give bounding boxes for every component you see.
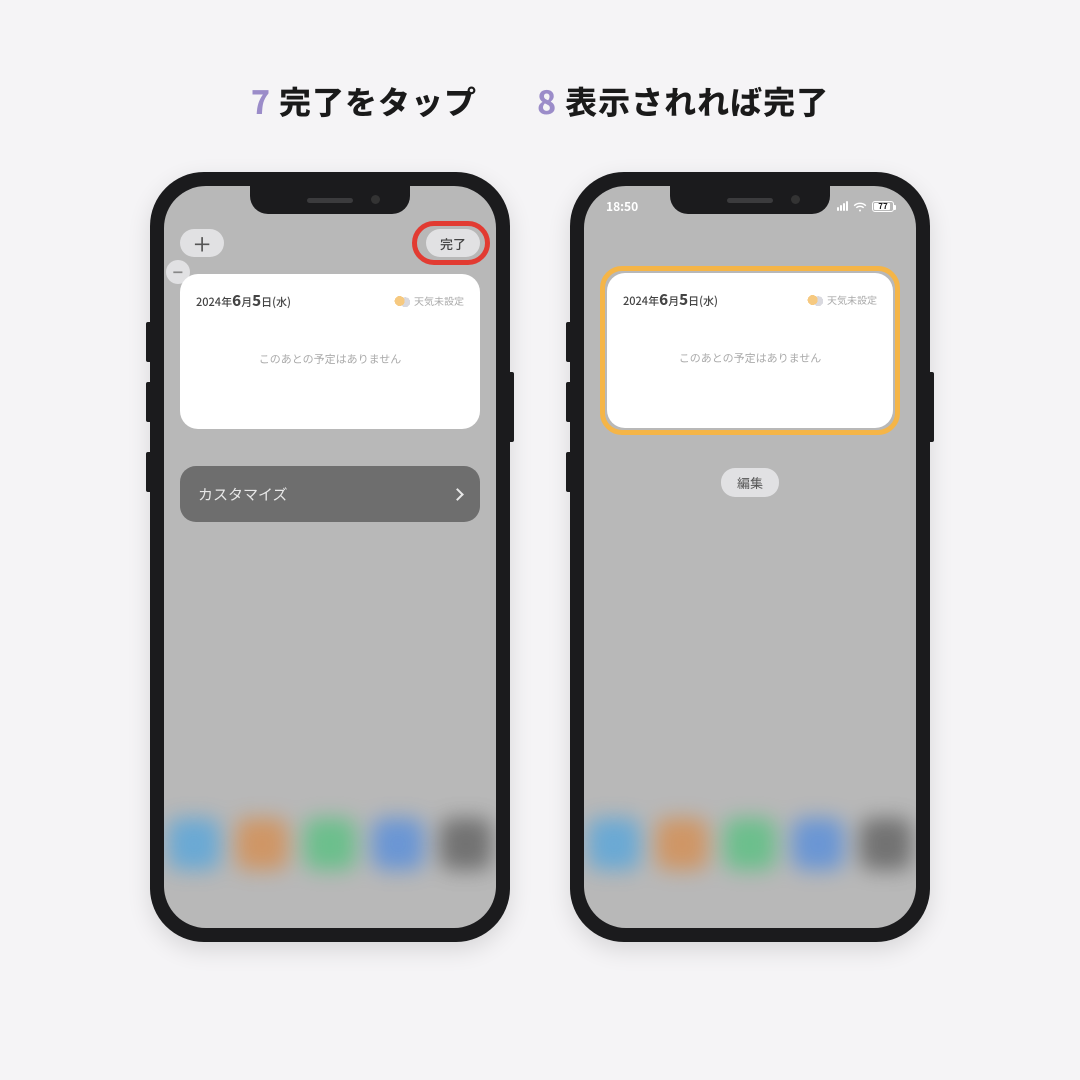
add-widget-button[interactable]: ＋ [180, 229, 224, 257]
signal-icon [837, 201, 848, 211]
phone-step8: 18:50 77 2024年6月5日(水) 天気未設定 [570, 172, 930, 942]
step7-number: 7 [251, 78, 271, 124]
screen-step7: ＋ 完了 − 2024年6月5日(水) 天気未設定 [164, 186, 496, 928]
widget-date: 2024年6月5日(水) [623, 289, 718, 310]
weather-label: 天気未設定 [827, 292, 877, 307]
calendar-widget[interactable]: 2024年6月5日(水) 天気未設定 このあとの予定はありません [607, 273, 893, 428]
dock-blurred [164, 818, 496, 898]
dock-app-icon [372, 818, 424, 870]
speaker-icon [727, 198, 773, 203]
step7-title: 完了をタップ [279, 78, 477, 124]
step8-number: 8 [537, 78, 557, 124]
weather-label: 天気未設定 [414, 293, 464, 308]
widget-weather: 天気未設定 [807, 292, 877, 307]
dock-app-icon [236, 818, 288, 870]
step8-heading: 8表示されれば完了 [537, 78, 829, 124]
status-time: 18:50 [606, 198, 638, 215]
camera-icon [371, 195, 380, 204]
highlight-ring-red [412, 221, 490, 265]
widget-container: − 2024年6月5日(水) 天気未設定 このあとの予定はありません [180, 274, 480, 429]
speaker-icon [307, 198, 353, 203]
dock-blurred [584, 818, 916, 898]
calendar-widget[interactable]: 2024年6月5日(水) 天気未設定 このあとの予定はありません [180, 274, 480, 429]
widget-container-highlighted: 2024年6月5日(水) 天気未設定 このあとの予定はありません [600, 266, 900, 435]
widget-empty-message: このあとの予定はありません [196, 311, 464, 407]
notch [250, 186, 410, 214]
wifi-icon [853, 201, 867, 212]
weather-icon [394, 295, 410, 307]
widget-empty-message: このあとの予定はありません [623, 310, 877, 406]
dock-app-icon [656, 818, 708, 870]
widget-date: 2024年6月5日(水) [196, 290, 291, 311]
dock-app-icon [168, 818, 220, 870]
customize-label: カスタマイズ [198, 484, 288, 505]
dock-app-icon [860, 818, 912, 870]
chevron-right-icon [451, 488, 464, 501]
dock-app-icon [304, 818, 356, 870]
dock-app-icon [440, 818, 492, 870]
phone-step7: ＋ 完了 − 2024年6月5日(水) 天気未設定 [150, 172, 510, 942]
customize-button[interactable]: カスタマイズ [180, 466, 480, 522]
screen-step8: 18:50 77 2024年6月5日(水) 天気未設定 [584, 186, 916, 928]
step7-heading: 7完了をタップ [251, 78, 477, 124]
camera-icon [791, 195, 800, 204]
status-right: 77 [837, 201, 894, 212]
dock-app-icon [588, 818, 640, 870]
weather-icon [807, 294, 823, 306]
dock-app-icon [792, 818, 844, 870]
widget-header: 2024年6月5日(水) 天気未設定 [623, 289, 877, 310]
widget-header: 2024年6月5日(水) 天気未設定 [196, 290, 464, 311]
step8-title: 表示されれば完了 [565, 78, 829, 124]
widget-weather: 天気未設定 [394, 293, 464, 308]
edit-button[interactable]: 編集 [721, 468, 779, 497]
dock-app-icon [724, 818, 776, 870]
notch [670, 186, 830, 214]
battery-icon: 77 [872, 201, 894, 212]
